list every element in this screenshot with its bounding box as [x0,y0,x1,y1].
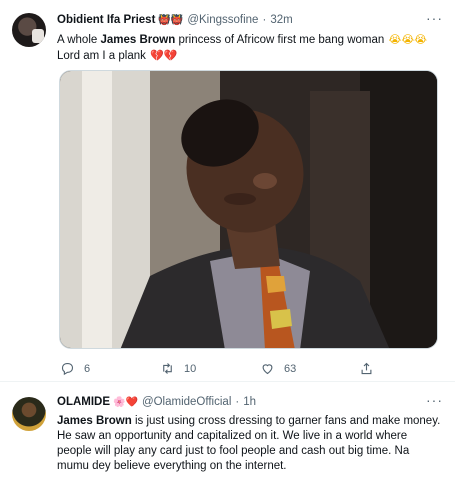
separator-dot: · [262,14,267,26]
like-count: 63 [284,362,297,375]
broken-heart-emoji: 💔💔 [150,49,178,62]
timestamp[interactable]: 32m [270,14,292,26]
tweet-text-segment: princess of Africow first me bang woman [175,34,385,46]
avatar[interactable] [12,13,46,47]
tweet-actions: 6 10 63 [57,361,397,377]
tweet-text: A whole James Brown princess of Africow … [57,32,441,64]
retweet-icon [163,363,172,374]
reply-button[interactable]: 6 [60,361,90,376]
timestamp[interactable]: 1h [243,396,256,408]
avatar[interactable] [12,397,46,431]
tweet-header: Obidient Ifa Priest 👹👹 @Kingssofine · 32… [57,10,443,26]
tweet-text: James Brown is just using cross dressing… [57,414,441,474]
tweet-text-bold: James Brown [57,415,132,427]
tweet[interactable]: Obidient Ifa Priest 👹👹 @Kingssofine · 32… [0,0,455,382]
like-icon [262,364,273,375]
author-badge-emoji: 🌸❤️ [113,396,138,408]
like-button[interactable]: 63 [260,361,296,376]
more-icon[interactable]: ··· [426,10,443,26]
reply-count: 6 [84,362,91,375]
tweet[interactable]: OLAMIDE 🌸❤️ @OlamideOfficial · 1h ··· Ja… [0,383,455,477]
crying-emoji: 😭😭😭 [388,33,428,46]
share-button[interactable] [359,361,383,376]
tweet-text-segment: A whole [57,34,101,46]
retweet-count: 10 [184,362,197,375]
author-name[interactable]: Obidient Ifa Priest [57,14,155,26]
tweet-text-bold: James Brown [100,34,176,46]
separator-dot: · [235,396,240,408]
reply-icon [61,362,74,376]
author-badge-emoji: 👹👹 [158,14,184,26]
tweet-text-line2: Lord am I a plank [57,50,146,62]
author-name[interactable]: OLAMIDE [57,396,110,408]
tweet-header: OLAMIDE 🌸❤️ @OlamideOfficial · 1h ··· [57,392,443,408]
more-icon[interactable]: ··· [426,392,443,408]
share-icon [361,362,372,375]
tweet-media-image[interactable] [59,70,438,349]
media-illustration [60,71,437,348]
author-handle[interactable]: @Kingssofine [187,14,258,26]
author-handle[interactable]: @OlamideOfficial [142,396,231,408]
retweet-button[interactable]: 10 [160,361,196,376]
